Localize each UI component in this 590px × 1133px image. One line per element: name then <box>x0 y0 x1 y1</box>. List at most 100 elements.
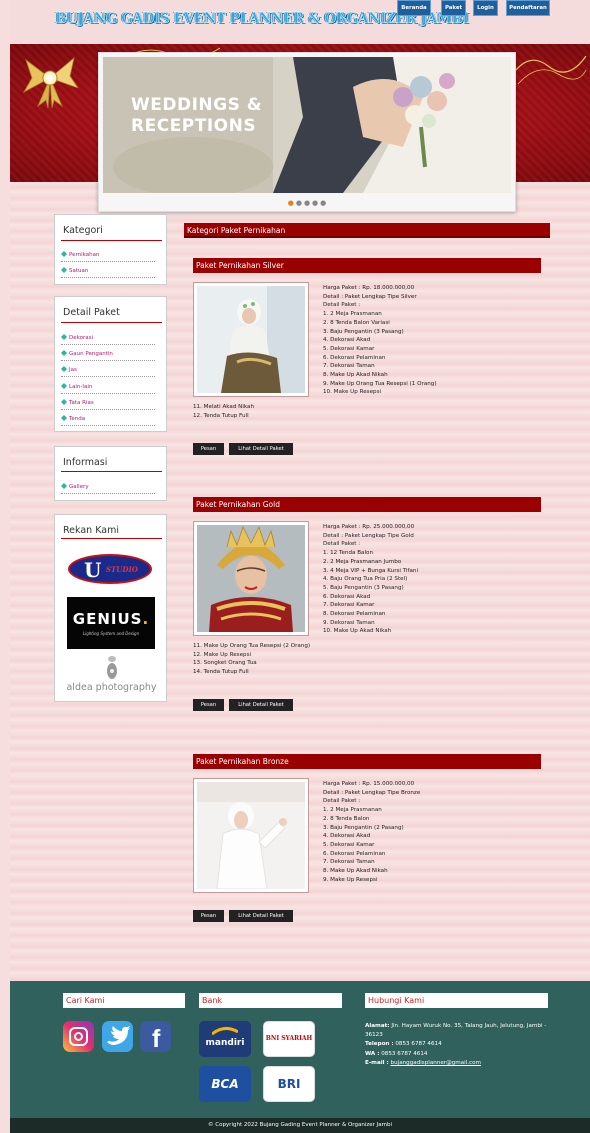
lihat-detail-button[interactable]: Lihat Detail Paket <box>229 699 293 711</box>
package-item: 9. Dekorasi Taman <box>323 619 375 626</box>
contact-info: Alamat: Jln. Hayam Wuruk No. 35, Talang … <box>365 1022 560 1068</box>
package-desc-bronze: Harga Paket : Rp. 15.000.000,00 Detail :… <box>323 780 420 884</box>
bank-mandiri-logo: mandiri <box>199 1021 251 1057</box>
diamond-icon <box>61 350 67 356</box>
nav-pendaftaran[interactable]: Pendaftaran <box>506 0 550 16</box>
sidebar-item-jas[interactable]: Jas <box>61 365 77 375</box>
sidebar-item-tenda[interactable]: Tenda <box>61 414 85 424</box>
wa-value: 0853 6787 4614 <box>381 1050 428 1057</box>
genius-text: GENIUS. <box>72 610 150 628</box>
banner-line-1: WEDDINGS & <box>131 95 263 115</box>
sidebar-item-dekorasi[interactable]: Dekorasi <box>61 333 93 343</box>
bank-bri-logo: BRI <box>263 1066 315 1102</box>
pesan-button[interactable]: Pesan <box>193 910 224 922</box>
u-studio-logo[interactable]: U STUDIO <box>68 554 152 584</box>
header: BUJANG GADIS EVENT PLANNER & ORGANIZER J… <box>10 0 590 44</box>
footer-bank-title: Bank <box>199 993 342 1008</box>
slider-dot[interactable]: ● <box>288 199 296 207</box>
slider-dot[interactable]: ● <box>296 199 304 207</box>
sidebar-item-gaun-pengantin[interactable]: Gaun Pengantin <box>61 349 113 359</box>
email-label: E-mail : <box>365 1059 389 1066</box>
diamond-icon <box>61 334 67 340</box>
package-detail-label: Detail Paket : <box>323 541 361 548</box>
package-item: 2. 8 Tenda Balon <box>323 815 370 822</box>
slider-dots[interactable]: ●●●●● <box>99 199 517 207</box>
package-item: 6. Dekorasi Pelaminan <box>323 850 386 857</box>
package-item: 10. Make Up Resepsi <box>323 389 382 396</box>
package-item: 1. 2 Meja Prasmanan <box>323 311 382 318</box>
divider <box>61 393 155 394</box>
package-image-bronze[interactable] <box>193 778 309 893</box>
sidebar-item-gallery[interactable]: Gallery <box>61 482 89 492</box>
sidebar-item-tata-rias[interactable]: Tata Rias <box>61 398 94 408</box>
link-label: Tenda <box>69 416 86 422</box>
genius-logo[interactable]: GENIUS. Lighting System and Design <box>67 597 155 649</box>
slider-dot[interactable]: ● <box>304 199 312 207</box>
package-title-bronze: Paket Pernikahan Bronze <box>193 754 541 769</box>
bank-name: BNI SYARIAH <box>265 1035 313 1042</box>
copyright: © Copyright 2022 Bujang Gading Event Pla… <box>10 1118 590 1133</box>
package-item: 8. Make Up Akad Nikah <box>323 372 388 379</box>
sidebar-item-satuan[interactable]: Satuan <box>61 266 88 276</box>
package-item: 5. Dekorasi Kamar <box>323 345 375 352</box>
diamond-icon <box>61 251 67 257</box>
nav-login[interactable]: Login <box>473 0 498 16</box>
package-image-silver[interactable] <box>193 282 309 397</box>
link-label: Satuan <box>69 268 89 274</box>
pesan-button[interactable]: Pesan <box>193 443 224 455</box>
package-item: 1. 2 Meja Prasmanan <box>323 807 382 814</box>
sidebar-item-lain-lain[interactable]: Lain-lain <box>61 382 92 392</box>
package-item: 10. Make Up Akad Nikah <box>323 628 392 635</box>
twitter-icon[interactable] <box>102 1021 133 1052</box>
instagram-icon[interactable] <box>63 1021 94 1052</box>
package-item: 6. Dekorasi Pelaminan <box>323 354 386 361</box>
nav-paket[interactable]: Paket <box>441 0 466 16</box>
link-label: Gallery <box>69 484 89 490</box>
package-item: 3. Baju Pengantin (3 Pasang) <box>323 328 404 335</box>
sidebar-kategori: Kategori Pernikahan Satuan <box>54 214 167 285</box>
gold-bow-icon <box>22 56 78 109</box>
ornament-icon <box>509 55 587 85</box>
bank-name: BCA <box>211 1077 239 1091</box>
lihat-detail-button[interactable]: Lihat Detail Paket <box>229 443 293 455</box>
divider <box>61 322 162 323</box>
divider <box>61 409 155 410</box>
package-detail-label: Detail Paket : <box>323 798 361 805</box>
aldea-logo[interactable]: aldea photography <box>55 655 168 693</box>
footer-hubungi-title: Hubungi Kami <box>365 993 548 1008</box>
divider <box>61 493 155 494</box>
sidebar-item-pernikahan[interactable]: Pernikahan <box>61 250 99 260</box>
link-label: Pernikahan <box>69 252 100 258</box>
package-desc-gold: Harga Paket : Rp. 25.000.000,00 Detail :… <box>323 523 418 636</box>
bank-name: BRI <box>277 1077 301 1091</box>
box-title: Detail Paket <box>63 307 120 318</box>
telepon-label: Telepon : <box>365 1041 394 1048</box>
category-title: Kategori Paket Pernikahan <box>184 223 550 238</box>
page: BUJANG GADIS EVENT PLANNER & ORGANIZER J… <box>10 0 590 1133</box>
package-image-gold[interactable] <box>193 521 309 636</box>
email-link[interactable]: bujanggadisplanner@gmail.com <box>391 1060 481 1066</box>
slider-dot[interactable]: ● <box>312 199 320 207</box>
pesan-button[interactable]: Pesan <box>193 699 224 711</box>
package-item: 14. Tenda Tutup Full <box>193 669 249 676</box>
package-detail-label: Detail Paket : <box>323 302 361 309</box>
package-detail: Detail : Paket Lengkap Tipe Silver <box>323 293 417 300</box>
facebook-icon[interactable]: f <box>140 1021 171 1053</box>
package-item: 6. Dekorasi Akad <box>323 593 371 600</box>
link-label: Lain-lain <box>69 384 93 390</box>
divider <box>61 360 155 361</box>
wa-label: WA : <box>365 1050 380 1057</box>
lihat-detail-button[interactable]: Lihat Detail Paket <box>229 910 293 922</box>
divider <box>61 471 162 472</box>
diamond-icon <box>61 267 67 273</box>
package-item: 4. Dekorasi Akad <box>323 337 371 344</box>
package-item: 3. Baju Pengantin (2 Pasang) <box>323 824 404 831</box>
package-price: Harga Paket : Rp. 25.000.000,00 <box>323 524 415 530</box>
banner-slider[interactable]: WEDDINGS & RECEPTIONS ●●●●● <box>98 52 516 212</box>
diamond-icon <box>61 483 67 489</box>
sidebar-detail-paket: Detail Paket Dekorasi Gaun Pengantin Jas… <box>54 296 167 432</box>
nav-beranda[interactable]: Beranda <box>397 0 431 16</box>
slider-dot[interactable]: ● <box>320 199 328 207</box>
link-label: Jas <box>69 367 77 373</box>
footer-cari-title: Cari Kami <box>63 993 185 1008</box>
